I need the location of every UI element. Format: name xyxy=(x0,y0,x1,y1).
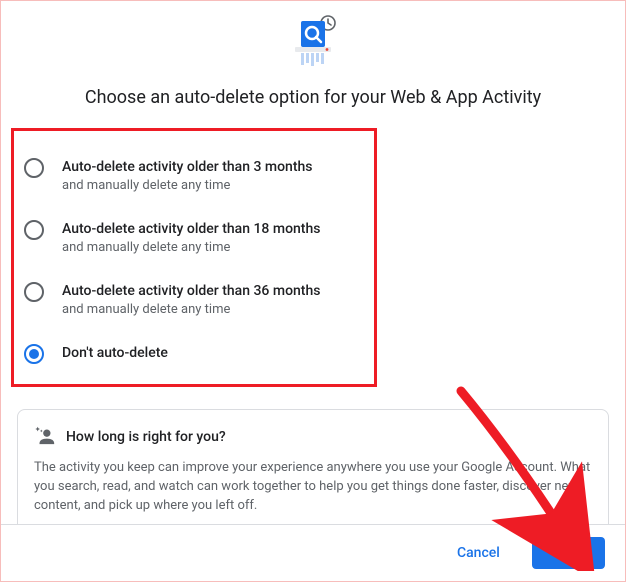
option-3-months[interactable]: Auto-delete activity older than 3 months… xyxy=(20,145,368,207)
cancel-button[interactable]: Cancel xyxy=(435,537,522,569)
info-body: The activity you keep can improve your e… xyxy=(34,458,592,515)
shredder-icon xyxy=(289,15,337,71)
option-title: Auto-delete activity older than 18 month… xyxy=(62,219,320,239)
page-title: Choose an auto-delete option for your We… xyxy=(1,87,625,108)
info-title: How long is right for you? xyxy=(66,429,226,445)
option-subtitle: and manually delete any time xyxy=(62,177,313,195)
radio-icon xyxy=(24,344,44,364)
radio-icon xyxy=(24,282,44,302)
option-36-months[interactable]: Auto-delete activity older than 36 month… xyxy=(20,269,368,331)
sparkle-person-icon xyxy=(34,424,56,450)
option-title: Auto-delete activity older than 3 months xyxy=(62,157,313,177)
option-dont-auto-delete[interactable]: Don't auto-delete xyxy=(20,331,368,376)
option-18-months[interactable]: Auto-delete activity older than 18 month… xyxy=(20,207,368,269)
dialog-footer: Cancel Next xyxy=(1,524,625,581)
radio-icon xyxy=(24,220,44,240)
radio-icon xyxy=(24,158,44,178)
dialog-header: Choose an auto-delete option for your We… xyxy=(1,1,625,108)
next-button[interactable]: Next xyxy=(532,537,605,569)
option-title: Don't auto-delete xyxy=(62,343,168,363)
info-card: How long is right for you? The activity … xyxy=(17,409,609,532)
option-subtitle: and manually delete any time xyxy=(62,239,320,257)
auto-delete-options: Auto-delete activity older than 3 months… xyxy=(11,128,377,387)
option-title: Auto-delete activity older than 36 month… xyxy=(62,281,320,301)
option-subtitle: and manually delete any time xyxy=(62,301,320,319)
